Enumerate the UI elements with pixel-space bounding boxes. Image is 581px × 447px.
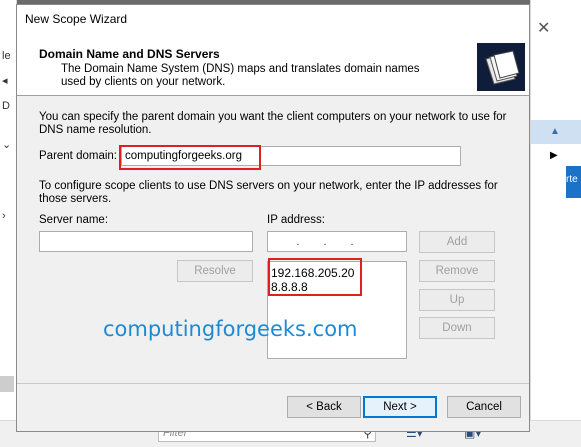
new-scope-wizard-dialog: New Scope Wizard Domain Name and DNS Ser… <box>16 4 530 432</box>
dns-description: To configure scope clients to use DNS se… <box>39 180 498 205</box>
footer-divider <box>17 383 529 384</box>
background-left-text-1: le <box>2 50 11 62</box>
title-bar: New Scope Wizard <box>17 5 529 33</box>
server-name-input[interactable] <box>39 231 253 252</box>
add-button[interactable]: Add <box>419 231 495 253</box>
resolve-button[interactable]: Resolve <box>177 260 253 282</box>
background-scrollbar-thumb[interactable] <box>0 376 14 392</box>
ip-address-dots: ... <box>296 236 378 248</box>
background-right-pane <box>530 0 581 446</box>
parent-domain-highlight <box>119 145 261 170</box>
remove-button[interactable]: Remove <box>419 260 495 282</box>
expand-right-icon[interactable]: ▶ <box>550 150 558 161</box>
wizard-header: Domain Name and DNS Servers The Domain N… <box>17 33 529 96</box>
background-action-button[interactable]: rte <box>566 166 581 198</box>
left-arrow-icon: ◂ <box>2 75 8 87</box>
watermark-text: computingforgeeks.com <box>103 317 358 341</box>
parent-domain-label: Parent domain: <box>39 150 117 162</box>
chevron-down-icon[interactable]: ⌄ <box>2 138 11 151</box>
close-icon[interactable]: ✕ <box>537 18 550 38</box>
cancel-button[interactable]: Cancel <box>447 396 521 418</box>
expand-arrow-icon[interactable]: › <box>2 210 6 222</box>
collapse-up-icon[interactable]: ▲ <box>550 126 560 137</box>
next-button[interactable]: Next > <box>363 396 437 418</box>
ip-address-label: IP address: <box>267 214 325 226</box>
server-name-label: Server name: <box>39 214 109 226</box>
intro-text: You can specify the parent domain you wa… <box>39 111 507 136</box>
page-description: The Domain Name System (DNS) maps and tr… <box>61 63 420 88</box>
ip-address-input[interactable]: ... <box>267 231 407 252</box>
page-title: Domain Name and DNS Servers <box>39 47 220 61</box>
down-button[interactable]: Down <box>419 317 495 339</box>
window-title: New Scope Wizard <box>25 12 128 26</box>
folders-icon <box>477 43 525 91</box>
ip-list-highlight <box>268 258 362 296</box>
background-left-pane: le ◂ D ⌄ › <box>0 0 17 446</box>
up-button[interactable]: Up <box>419 289 495 311</box>
background-left-text-2: D <box>2 100 10 112</box>
background-action-label: rte <box>566 174 578 185</box>
back-button[interactable]: < Back <box>287 396 361 418</box>
